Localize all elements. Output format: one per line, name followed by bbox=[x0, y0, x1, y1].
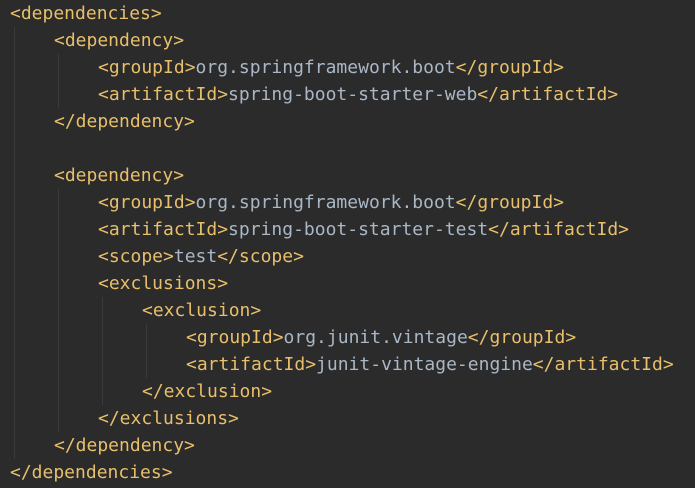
xml-tag: <dependencies> bbox=[10, 3, 162, 24]
xml-tag: </exclusions> bbox=[98, 408, 239, 429]
xml-tag: <dependency> bbox=[54, 30, 185, 51]
code-line[interactable]: <exclusions> bbox=[98, 270, 228, 297]
xml-tag: <exclusions> bbox=[98, 273, 229, 294]
xml-tag: <exclusion> bbox=[142, 300, 262, 321]
code-line[interactable]: <dependency> bbox=[54, 27, 184, 54]
code-line[interactable]: </exclusions> bbox=[98, 405, 239, 432]
xml-tag: <artifactId> bbox=[186, 354, 317, 375]
code-line[interactable]: </dependency> bbox=[54, 108, 195, 135]
xml-text: spring-boot-starter-test bbox=[228, 219, 489, 240]
xml-tag: </scope> bbox=[217, 246, 304, 267]
code-line[interactable]: <exclusion> bbox=[142, 297, 261, 324]
code-editor[interactable]: <dependencies> <dependency> <groupId>org.s… bbox=[0, 0, 695, 488]
xml-tag: </artifactId> bbox=[477, 84, 619, 105]
xml-tag: <artifactId> bbox=[98, 84, 229, 105]
code-line[interactable]: </dependencies> bbox=[10, 459, 173, 486]
xml-tag: </artifactId> bbox=[488, 219, 630, 240]
code-line[interactable]: <artifactId>spring-boot-starter-test</ar… bbox=[98, 216, 629, 243]
code-line[interactable]: <dependency> bbox=[54, 162, 184, 189]
xml-tag: <dependency> bbox=[54, 165, 185, 186]
xml-tag: </dependencies> bbox=[10, 462, 173, 483]
xml-text: org.springframework.boot bbox=[195, 57, 456, 78]
xml-text: org.springframework.boot bbox=[195, 192, 456, 213]
xml-tag: <scope> bbox=[98, 246, 174, 267]
code-line[interactable]: <groupId>org.springframework.boot</group… bbox=[98, 189, 564, 216]
code-line[interactable]: <groupId>org.junit.vintage</groupId> bbox=[186, 324, 576, 351]
xml-tag: </artifactId> bbox=[532, 354, 674, 375]
xml-tag: </groupId> bbox=[455, 57, 565, 78]
xml-text: test bbox=[173, 246, 218, 267]
code-line[interactable]: </dependency> bbox=[54, 432, 195, 459]
code-line[interactable]: </exclusion> bbox=[142, 378, 272, 405]
xml-text: spring-boot-starter-web bbox=[228, 84, 478, 105]
xml-tag: <artifactId> bbox=[98, 219, 229, 240]
xml-tag: <groupId> bbox=[186, 327, 284, 348]
code-line[interactable]: <dependencies> bbox=[10, 0, 162, 27]
xml-tag: </dependency> bbox=[54, 435, 195, 456]
xml-tag: </groupId> bbox=[455, 192, 565, 213]
code-line[interactable]: <scope>test</scope> bbox=[98, 243, 304, 270]
code-line[interactable]: <artifactId>junit-vintage-engine</artifa… bbox=[186, 351, 674, 378]
xml-tag: </exclusion> bbox=[142, 381, 273, 402]
xml-text: junit-vintage-engine bbox=[316, 354, 533, 375]
xml-tag: <groupId> bbox=[98, 192, 196, 213]
code-line[interactable]: <artifactId>spring-boot-starter-web</art… bbox=[98, 81, 618, 108]
xml-text: org.junit.vintage bbox=[283, 327, 468, 348]
xml-tag: <groupId> bbox=[98, 57, 196, 78]
xml-tag: </groupId> bbox=[467, 327, 577, 348]
code-line[interactable]: <groupId>org.springframework.boot</group… bbox=[98, 54, 564, 81]
xml-tag: </dependency> bbox=[54, 111, 195, 132]
